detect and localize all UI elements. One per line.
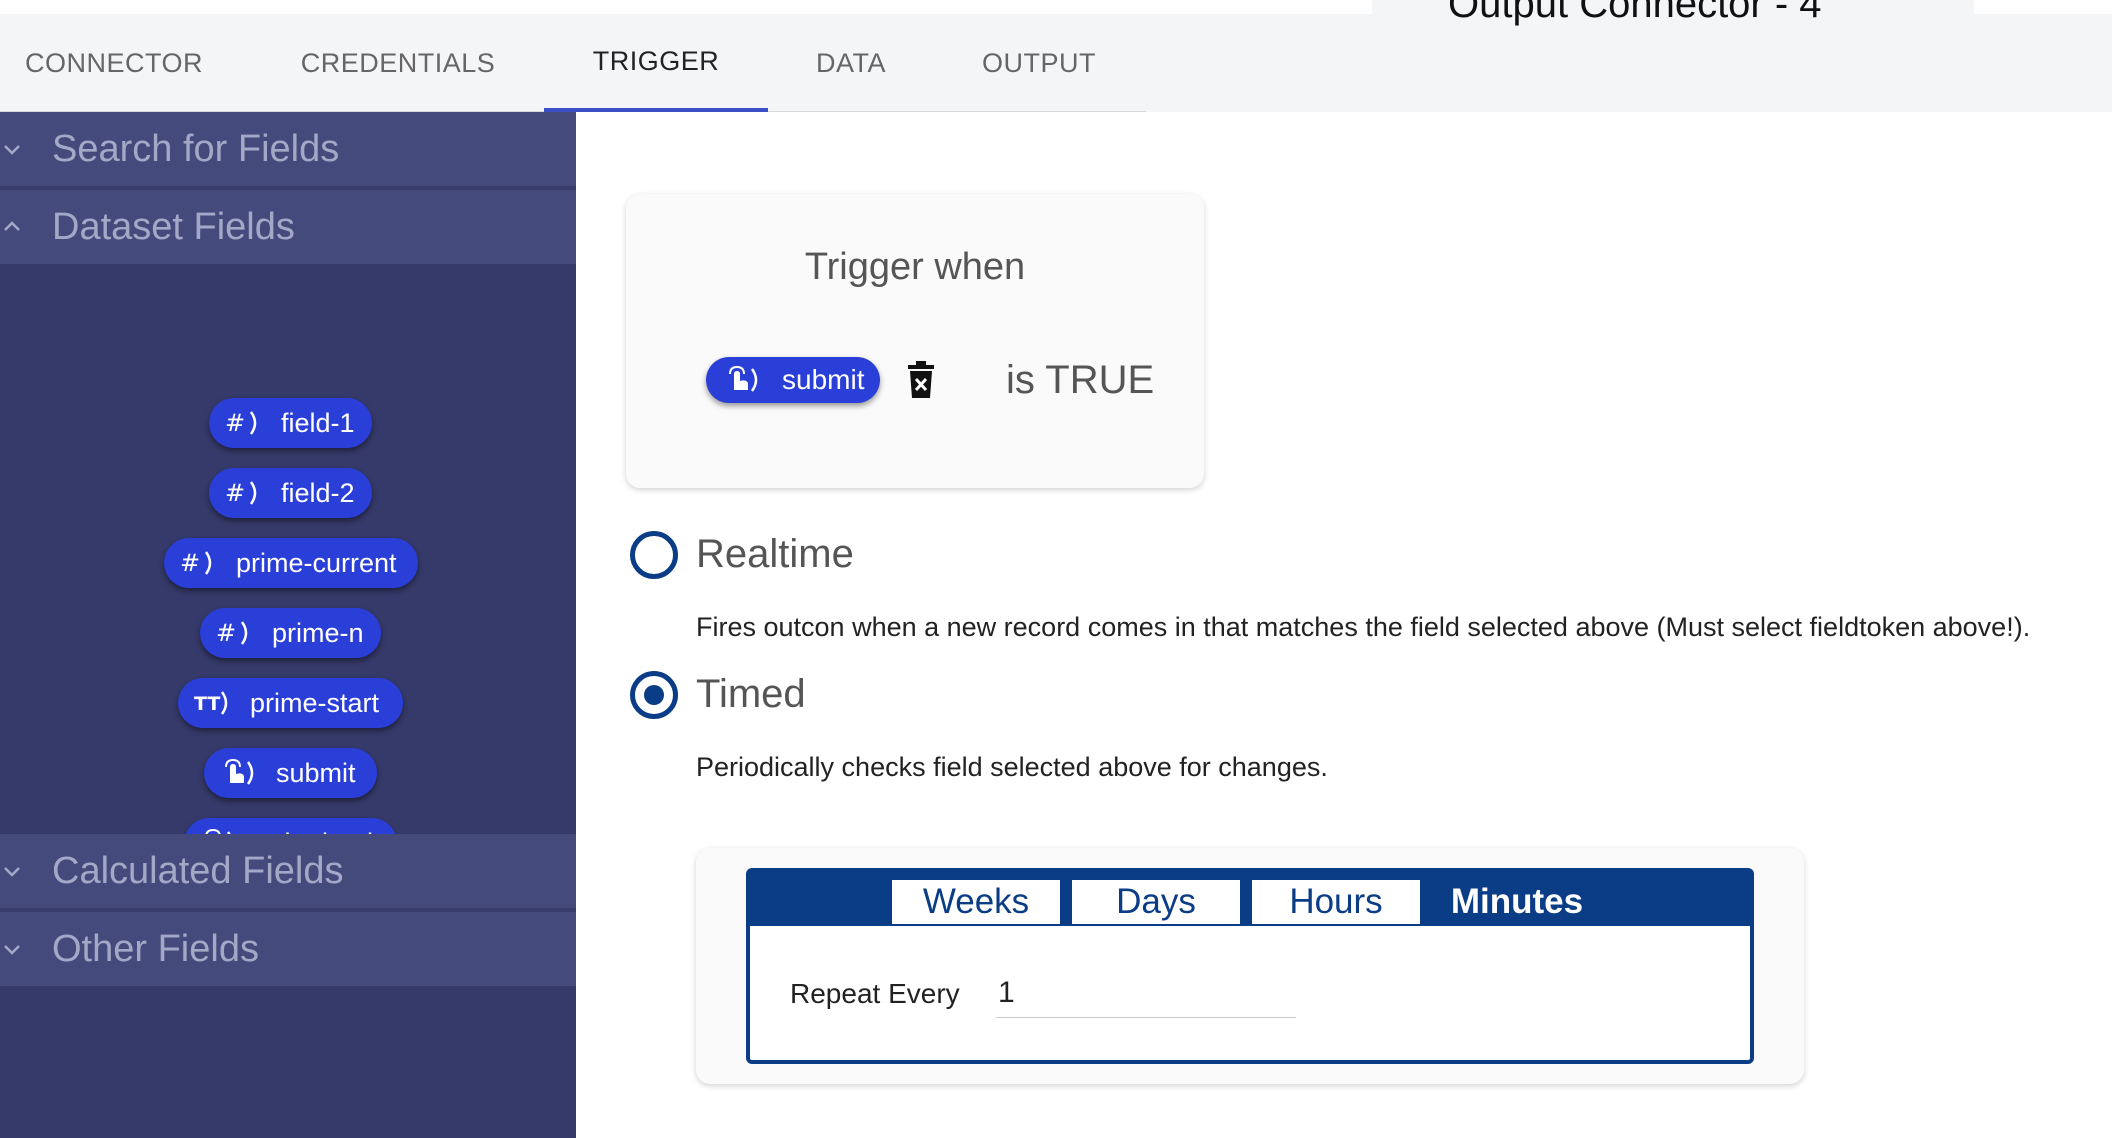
field-chip-submit[interactable]: submit — [204, 748, 377, 798]
timed-label: Timed — [696, 672, 806, 716]
tab-trigger[interactable]: TRIGGER — [544, 14, 768, 112]
svg-text:#: # — [225, 479, 245, 507]
section-title: Search for Fields — [52, 127, 340, 170]
number-icon: # — [225, 408, 269, 438]
unit-tab-weeks[interactable]: Weeks — [892, 880, 1060, 924]
number-icon: # — [225, 478, 269, 508]
number-icon: # — [180, 548, 224, 578]
field-chip-label: field-1 — [281, 407, 355, 438]
section-title: Calculated Fields — [52, 849, 344, 892]
tab-output[interactable]: OUTPUT — [930, 14, 1148, 112]
field-chip-field-1[interactable]: # field-1 — [209, 398, 372, 448]
section-search-fields[interactable]: Search for Fields — [0, 112, 576, 186]
chevron-down-icon — [2, 939, 22, 959]
repeat-every-input[interactable] — [996, 968, 1296, 1018]
text-icon: TT — [194, 688, 238, 718]
chevron-down-icon — [2, 861, 22, 881]
text-icon-label: TT — [194, 693, 220, 715]
unit-tab-hours[interactable]: Hours — [1252, 880, 1420, 924]
trash-icon[interactable] — [906, 360, 936, 400]
top-divider — [0, 0, 1372, 14]
timed-description: Periodically checks field selected above… — [696, 752, 1328, 782]
field-chip-prime-n[interactable]: # prime-n — [200, 608, 381, 658]
tab-credentials[interactable]: CREDENTIALS — [250, 14, 546, 112]
repeat-every-label: Repeat Every — [790, 978, 960, 1009]
chevron-up-icon — [2, 217, 22, 237]
trigger-condition-card: Trigger when submit is TRUE — [626, 194, 1204, 488]
connector-title: Output Connector - 4 — [1448, 0, 1822, 26]
field-sidebar: Search for Fields Dataset Fields # field… — [0, 112, 576, 1138]
field-chip-label: field-2 — [281, 477, 355, 508]
touch-icon — [724, 365, 768, 395]
touch-icon — [220, 758, 264, 788]
section-dataset-fields[interactable]: Dataset Fields — [0, 190, 576, 264]
top-divider-right — [1974, 0, 2112, 14]
section-calculated-fields[interactable]: Calculated Fields — [0, 834, 576, 908]
field-chip-prime-current[interactable]: # prime-current — [164, 538, 418, 588]
radio-selected-dot — [644, 685, 664, 705]
radio-timed[interactable] — [630, 671, 678, 719]
unit-tab-bar: Weeks Days Hours Minutes — [750, 872, 1750, 926]
section-other-fields[interactable]: Other Fields — [0, 912, 576, 986]
chevron-down-icon — [2, 139, 22, 159]
trigger-condition-text: is TRUE — [1006, 358, 1155, 402]
section-title: Dataset Fields — [52, 205, 295, 248]
section-title: Other Fields — [52, 927, 259, 970]
trigger-field-chip[interactable]: submit — [706, 357, 880, 403]
field-chip-field-2[interactable]: # field-2 — [209, 468, 372, 518]
svg-text:#: # — [180, 549, 200, 577]
field-chip-label: prime-current — [236, 547, 397, 578]
tab-data[interactable]: DATA — [790, 14, 912, 112]
field-chip-label: submit — [276, 757, 356, 788]
tab-connector[interactable]: CONNECTOR — [0, 14, 228, 112]
svg-text:#: # — [216, 619, 236, 647]
realtime-label: Realtime — [696, 532, 854, 576]
trigger-heading: Trigger when — [804, 246, 1026, 288]
unit-tab-days[interactable]: Days — [1072, 880, 1240, 924]
schedule-frame: Weeks Days Hours Minutes Repeat Every — [746, 868, 1754, 1064]
unit-tab-minutes[interactable]: Minutes — [1432, 880, 1602, 924]
field-chip-prime-start[interactable]: TT prime-start — [178, 678, 403, 728]
radio-realtime[interactable] — [630, 531, 678, 579]
schedule-card: Weeks Days Hours Minutes Repeat Every — [696, 848, 1804, 1084]
realtime-description: Fires outcon when a new record comes in … — [696, 612, 2031, 642]
trigger-field-label: submit — [782, 364, 865, 395]
number-icon: # — [216, 618, 260, 648]
field-chip-label: prime-n — [272, 617, 364, 648]
svg-text:#: # — [225, 409, 245, 437]
tab-bar: CONNECTOR CREDENTIALS TRIGGER DATA OUTPU… — [0, 14, 1146, 112]
field-chip-label: prime-start — [250, 687, 380, 718]
